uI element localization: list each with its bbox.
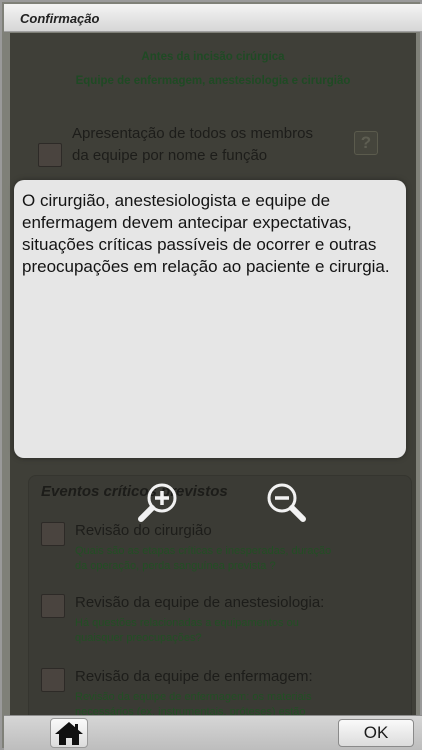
item-label: Apresentação de todos os membros (72, 125, 313, 142)
checkbox-nursing-review[interactable] (41, 668, 65, 692)
home-icon (55, 722, 83, 745)
window-title: Confirmação (20, 11, 100, 26)
popup-text: O cirurgião, anestesiologista e equipe d… (22, 191, 390, 276)
zoom-in-icon (138, 483, 177, 522)
zoom-out-button[interactable] (260, 478, 308, 526)
home-button[interactable] (50, 718, 88, 748)
help-button[interactable]: ? (354, 131, 378, 155)
checklist-heading: Antes da incisão cirúrgica (141, 51, 285, 63)
checklist-subheading: Equipe de enfermagem, anestesiologia e c… (75, 75, 351, 87)
item-label: da equipe por nome e função (72, 147, 268, 164)
item-description: da operação, perda sanguínea prevista ? (75, 560, 276, 572)
item-description: Revisão da equipe de enfermagem: os mate… (75, 691, 312, 703)
item-label: Revisão da equipe de anestesiologia: (75, 594, 325, 611)
zoom-out-icon (267, 483, 306, 522)
critical-events-panel: Eventos críticos previstos Revisão do ci… (28, 475, 412, 715)
checkbox-anesthesia-review[interactable] (41, 594, 65, 618)
bottom-toolbar: OK (4, 715, 422, 750)
item-label: Revisão da equipe de enfermagem: (75, 668, 313, 685)
zoom-in-button[interactable] (136, 478, 184, 526)
item-description: Quais são as etapas críticas e inesperad… (75, 545, 332, 557)
app-window: Confirmação Antes da incisão cirúrgica E… (0, 0, 422, 750)
item-description: necessários (ex. instrumentais, próteses… (75, 706, 306, 715)
info-popup[interactable]: O cirurgião, anestesiologista e equipe d… (14, 180, 406, 458)
checkbox-team-introduction[interactable] (38, 143, 62, 167)
item-description: quaisquer preocupações? (75, 632, 202, 644)
title-bar: Confirmação (4, 4, 422, 32)
item-description: Há questões relacionadas a equipamentos … (75, 617, 299, 629)
ok-button[interactable]: OK (338, 719, 414, 747)
section-title: Eventos críticos previstos (41, 483, 228, 500)
checkbox-surgeon-review[interactable] (41, 522, 65, 546)
